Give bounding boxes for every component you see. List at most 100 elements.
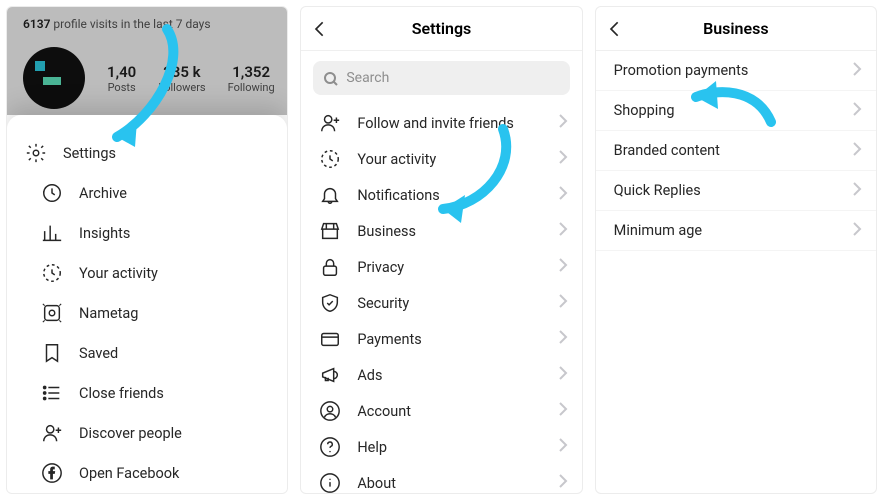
menu-label: Saved <box>79 345 118 362</box>
bookmark-icon <box>41 342 63 364</box>
clock-icon <box>41 182 63 204</box>
chevron-right-icon <box>852 182 862 200</box>
header-title: Business <box>703 19 768 38</box>
row-label: Notifications <box>357 187 439 204</box>
list-icon <box>41 382 63 404</box>
row-label: Promotion payments <box>614 62 749 79</box>
chevron-right-icon <box>852 102 862 120</box>
info-icon <box>319 472 341 494</box>
row-label: Ads <box>357 367 382 384</box>
row-label: Shopping <box>614 102 675 119</box>
menu-label: Archive <box>79 185 127 202</box>
chevron-right-icon <box>558 114 568 132</box>
menu-activity[interactable]: Your activity <box>7 253 287 293</box>
menu-saved[interactable]: Saved <box>7 333 287 373</box>
chevron-right-icon <box>558 222 568 240</box>
stat-posts: 1,40 Posts <box>107 63 136 94</box>
menu-archive[interactable]: Archive <box>7 173 287 213</box>
settings-row-security[interactable]: Security <box>301 285 581 321</box>
row-label: Minimum age <box>614 222 702 239</box>
insights-icon <box>41 222 63 244</box>
search-placeholder: Search <box>346 70 389 86</box>
chevron-right-icon <box>558 402 568 420</box>
shop-icon <box>319 220 341 242</box>
business-row-branded-content[interactable]: Branded content <box>596 131 876 171</box>
gear-icon <box>25 142 47 164</box>
profile-header-dimmed: 6137 profile visits in the last 7 days 1… <box>7 7 287 115</box>
chevron-right-icon <box>852 142 862 160</box>
chevron-right-icon <box>852 62 862 80</box>
row-label: Account <box>357 403 411 420</box>
shield-icon <box>319 292 341 314</box>
facebook-icon <box>41 462 63 484</box>
settings-row-activity[interactable]: Your activity <box>301 141 581 177</box>
activity-icon <box>319 148 341 170</box>
menu-label: Nametag <box>79 305 138 322</box>
search-icon <box>323 71 338 86</box>
nametag-icon <box>41 302 63 324</box>
row-label: Quick Replies <box>614 182 701 199</box>
menu-discover-people[interactable]: Discover people <box>7 413 287 453</box>
header: Settings <box>301 7 581 51</box>
business-row-minimum-age[interactable]: Minimum age <box>596 211 876 251</box>
menu-label: Close friends <box>79 385 164 402</box>
row-label: Help <box>357 439 387 456</box>
row-label: Payments <box>357 331 421 348</box>
stat-followers: 235 k Followers <box>158 63 205 94</box>
panel-profile-menu: 6137 profile visits in the last 7 days 1… <box>6 6 288 494</box>
menu-nametag[interactable]: Nametag <box>7 293 287 333</box>
action-sheet: Settings Archive Insights Your activity … <box>7 115 287 493</box>
activity-icon <box>41 262 63 284</box>
settings-row-account[interactable]: Account <box>301 393 581 429</box>
menu-close-friends[interactable]: Close friends <box>7 373 287 413</box>
row-label: Security <box>357 295 409 312</box>
chevron-right-icon <box>558 438 568 456</box>
settings-row-help[interactable]: Help <box>301 429 581 465</box>
search-input[interactable]: Search <box>313 61 569 95</box>
menu-label: Your activity <box>79 265 158 282</box>
help-icon <box>319 436 341 458</box>
megaphone-icon <box>319 364 341 386</box>
settings-row-privacy[interactable]: Privacy <box>301 249 581 285</box>
settings-row-follow-invite[interactable]: Follow and invite friends <box>301 105 581 141</box>
stat-following: 1,352 Following <box>228 63 275 94</box>
profile-visits-text: 6137 profile visits in the last 7 days <box>23 17 271 31</box>
settings-row-notifications[interactable]: Notifications <box>301 177 581 213</box>
settings-row-about[interactable]: About <box>301 465 581 494</box>
menu-label: Discover people <box>79 425 182 442</box>
business-row-shopping[interactable]: Shopping <box>596 91 876 131</box>
chevron-right-icon <box>558 294 568 312</box>
back-button[interactable] <box>606 7 626 50</box>
card-icon <box>319 328 341 350</box>
panel-business: Business Promotion payments Shopping Bra… <box>595 6 877 494</box>
chevron-right-icon <box>852 222 862 240</box>
chevron-right-icon <box>558 330 568 348</box>
add-person-icon <box>319 112 341 134</box>
panel-settings: Settings Search Follow and invite friend… <box>300 6 582 494</box>
bell-icon <box>319 184 341 206</box>
chevron-right-icon <box>558 150 568 168</box>
account-icon <box>319 400 341 422</box>
menu-settings[interactable]: Settings <box>7 133 287 173</box>
row-label: About <box>357 475 396 492</box>
business-row-quick-replies[interactable]: Quick Replies <box>596 171 876 211</box>
avatar <box>23 47 85 109</box>
menu-label: Insights <box>79 225 130 242</box>
business-row-promotion-payments[interactable]: Promotion payments <box>596 51 876 91</box>
header-title: Settings <box>412 19 472 38</box>
header: Business <box>596 7 876 51</box>
row-label: Your activity <box>357 151 436 168</box>
back-button[interactable] <box>311 7 331 50</box>
settings-row-payments[interactable]: Payments <box>301 321 581 357</box>
settings-row-business[interactable]: Business <box>301 213 581 249</box>
menu-insights[interactable]: Insights <box>7 213 287 253</box>
menu-label: Settings <box>63 145 116 162</box>
row-label: Privacy <box>357 259 404 276</box>
settings-row-ads[interactable]: Ads <box>301 357 581 393</box>
row-label: Branded content <box>614 142 720 159</box>
add-person-icon <box>41 422 63 444</box>
chevron-right-icon <box>558 258 568 276</box>
chevron-right-icon <box>558 474 568 492</box>
menu-open-facebook[interactable]: Open Facebook <box>7 453 287 493</box>
row-label: Business <box>357 223 416 240</box>
